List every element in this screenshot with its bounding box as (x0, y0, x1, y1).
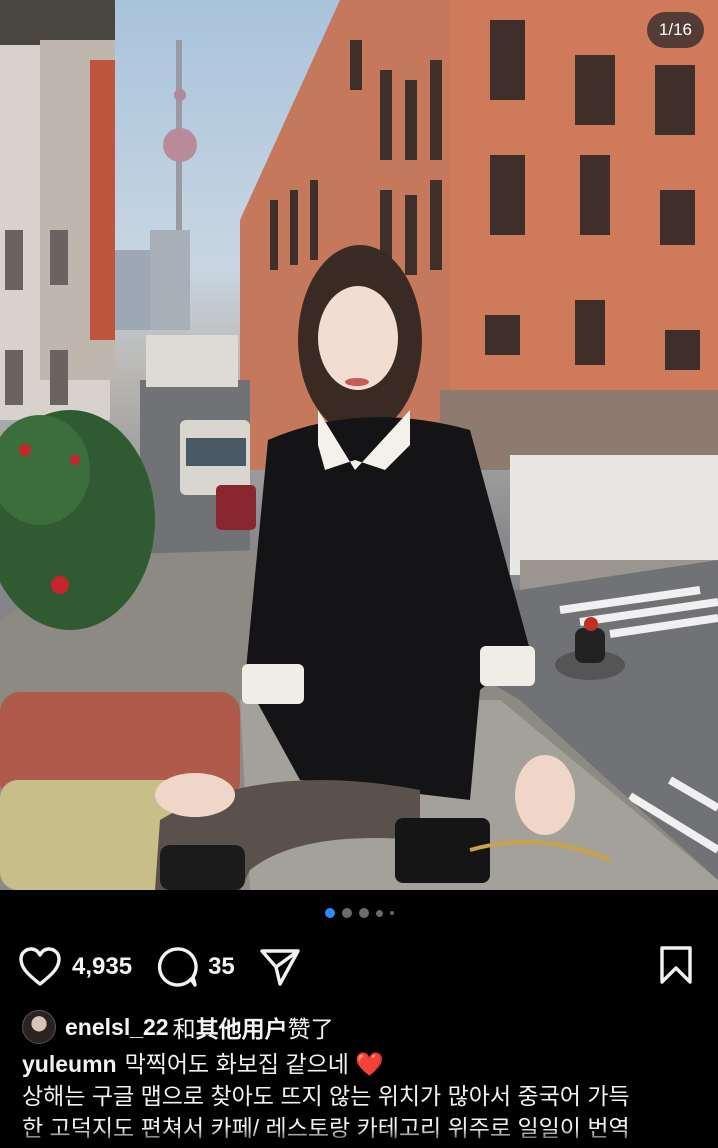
comments-count[interactable]: 35 (208, 953, 235, 981)
heart-emoji-icon: ❤️ (355, 1051, 384, 1077)
photo-counter: 1/16 (646, 12, 704, 48)
send-icon (260, 949, 300, 986)
carousel-dot (375, 909, 383, 917)
comment-button[interactable]: 35 (156, 946, 235, 988)
comment-icon (157, 947, 198, 987)
carousel-dot-active (324, 908, 335, 918)
avatar[interactable] (22, 1010, 56, 1044)
like-button[interactable]: 4,935 (18, 947, 132, 987)
carousel-dot (341, 908, 352, 918)
carousel-dot (389, 911, 394, 915)
caption-title: 막찍어도 화보집 같으네 (124, 1051, 349, 1077)
likes-count[interactable]: 4,935 (72, 953, 132, 981)
heart-icon (19, 947, 61, 986)
carousel-dots (0, 908, 718, 918)
carousel-dot (358, 908, 369, 918)
caption-username[interactable]: yuleumn (22, 1051, 117, 1077)
liked-by-suffix: 赞了 (287, 1016, 334, 1042)
bookmark-icon (660, 945, 692, 984)
photo-illustration (0, 0, 718, 890)
save-button[interactable] (658, 945, 694, 990)
post-actions: 4,935 35 (18, 940, 694, 994)
post-photo[interactable]: 1/16 (0, 0, 718, 890)
liked-by-username[interactable]: enelsl_22 (65, 1014, 169, 1041)
liked-by-others[interactable]: 其他用户 (196, 1010, 288, 1044)
caption-line-1: yuleumn 막찍어도 화보집 같으네 ❤️ (22, 1048, 700, 1080)
caption-fade (0, 1128, 718, 1148)
share-button[interactable] (259, 947, 301, 987)
liked-by-connector: 和 (172, 1016, 196, 1042)
caption-line-2: 상해는 구글 맵으로 찾아도 뜨지 않는 위치가 많아서 중국어 가득 (22, 1083, 630, 1109)
liked-by: enelsl_22 和 其他用户 赞了 (22, 1010, 698, 1044)
